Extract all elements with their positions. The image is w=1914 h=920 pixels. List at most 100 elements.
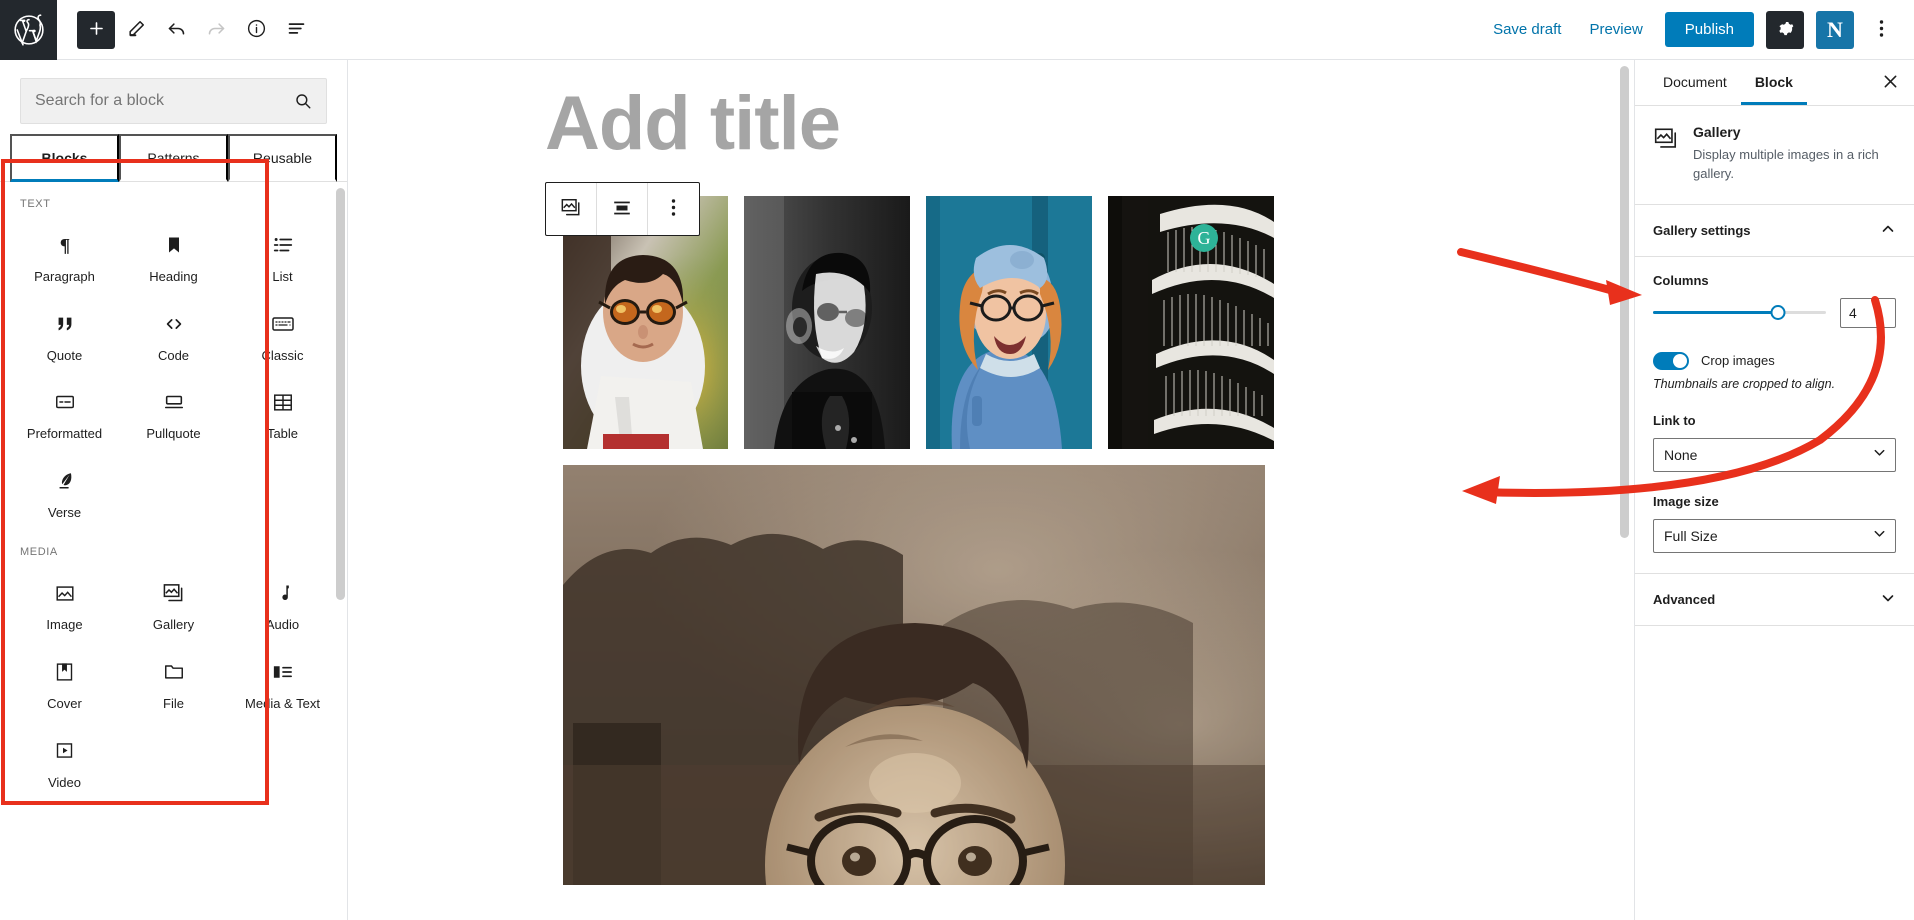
gallery-block-icon xyxy=(560,197,582,221)
search-box[interactable] xyxy=(20,78,327,124)
tab-reusable[interactable]: Reusable xyxy=(228,134,337,182)
pencil-icon xyxy=(127,19,146,41)
wordpress-logo-button[interactable] xyxy=(0,0,57,60)
slider-thumb[interactable] xyxy=(1770,305,1786,321)
link-to-value: None xyxy=(1664,446,1698,463)
toggle-knob xyxy=(1673,353,1687,368)
inserter-scrollbar[interactable] xyxy=(336,188,345,600)
gallery-block[interactable] xyxy=(563,196,1420,885)
block-item-code[interactable]: Code xyxy=(119,295,228,374)
change-alignment-button[interactable] xyxy=(597,183,648,235)
info-circle-icon xyxy=(246,18,267,42)
block-label: Heading xyxy=(149,269,198,284)
panel-title: Advanced xyxy=(1653,591,1716,607)
block-item-image[interactable]: Image xyxy=(10,564,119,643)
block-item-gallery[interactable]: Gallery xyxy=(119,564,228,643)
grammarly-letter: G xyxy=(1197,227,1211,248)
panel-title: Gallery settings xyxy=(1653,222,1751,238)
link-to-select-wrap: None xyxy=(1653,437,1896,472)
block-card-description: Display multiple images in a rich galler… xyxy=(1693,147,1879,181)
block-navigation-button[interactable] xyxy=(277,11,315,49)
gallery-settings-body: Columns Crop images Thumbnails are cropp… xyxy=(1635,257,1914,574)
align-icon xyxy=(611,198,633,221)
block-item-media-text[interactable]: Media & Text xyxy=(228,643,337,722)
block-label: Cover xyxy=(47,695,82,711)
columns-number-input[interactable] xyxy=(1840,297,1896,328)
tab-patterns[interactable]: Patterns xyxy=(119,134,228,182)
more-block-options-button[interactable] xyxy=(648,183,699,235)
nitro-n-icon: N xyxy=(1827,16,1843,42)
top-bar-left-tools xyxy=(57,10,315,49)
block-label: Quote xyxy=(46,347,83,363)
block-label: Pullquote xyxy=(146,426,201,442)
preformatted-icon xyxy=(54,387,76,417)
redo-button[interactable] xyxy=(197,11,235,49)
media-text-icon xyxy=(271,657,294,687)
tab-blocks[interactable]: Blocks xyxy=(10,134,119,182)
tab-block[interactable]: Block xyxy=(1740,61,1807,105)
gallery-icon xyxy=(162,578,185,608)
block-item-list[interactable]: List xyxy=(228,216,337,295)
kebab-menu-icon xyxy=(671,198,676,220)
plus-icon xyxy=(87,19,106,41)
block-list-scroll-area[interactable]: TEXT ¶ Paragraph Heading List Quote Code… xyxy=(0,182,347,920)
block-item-heading[interactable]: Heading xyxy=(119,216,228,295)
block-item-video[interactable]: Video xyxy=(10,722,119,801)
block-item-file[interactable]: File xyxy=(119,643,228,722)
table-icon xyxy=(272,387,294,417)
close-sidebar-button[interactable] xyxy=(1876,70,1904,98)
canvas-scrollbar[interactable] xyxy=(1620,66,1629,538)
block-item-table[interactable]: Table xyxy=(228,373,337,452)
content-info-button[interactable] xyxy=(237,11,275,49)
svg-text:¶: ¶ xyxy=(59,235,69,256)
publish-button[interactable]: Publish xyxy=(1664,12,1754,47)
preview-button[interactable]: Preview xyxy=(1577,13,1654,46)
edit-mode-button[interactable] xyxy=(117,11,155,49)
add-block-button[interactable] xyxy=(77,10,115,49)
nitropack-button[interactable]: N xyxy=(1816,10,1854,49)
post-title-placeholder[interactable]: Add title xyxy=(545,80,841,167)
block-item-audio[interactable]: Audio xyxy=(228,564,337,643)
gallery-image-2[interactable] xyxy=(744,196,910,449)
keyboard-icon xyxy=(271,309,295,339)
grammarly-badge-icon[interactable]: G xyxy=(1190,224,1218,252)
quill-pen-icon xyxy=(54,466,76,496)
chevron-up-icon xyxy=(1880,221,1896,240)
close-icon xyxy=(1883,73,1898,95)
block-item-quote[interactable]: Quote xyxy=(10,295,119,374)
image-size-select[interactable]: Full Size xyxy=(1653,518,1896,553)
top-bar-right-actions: Save draft Preview Publish N xyxy=(1481,10,1914,49)
crop-images-help-text: Thumbnails are cropped to align. xyxy=(1653,376,1836,391)
columns-control-row xyxy=(1653,297,1896,328)
advanced-panel-toggle[interactable]: Advanced xyxy=(1635,574,1914,626)
block-item-paragraph[interactable]: ¶ Paragraph xyxy=(10,216,119,295)
editor-canvas[interactable]: Add title G xyxy=(348,60,1634,920)
block-label: Media & Text xyxy=(245,695,320,711)
undo-button[interactable] xyxy=(157,11,195,49)
crop-images-toggle[interactable] xyxy=(1653,351,1689,370)
block-label: Video xyxy=(47,774,81,790)
gallery-featured-image[interactable] xyxy=(563,465,1265,885)
block-toolbar xyxy=(545,182,700,236)
settings-toggle-button[interactable] xyxy=(1766,10,1804,49)
gallery-image-3[interactable] xyxy=(926,196,1092,449)
gallery-icon xyxy=(1653,124,1679,184)
more-tools-options-button[interactable] xyxy=(1862,11,1900,49)
gallery-settings-panel-toggle[interactable]: Gallery settings xyxy=(1635,205,1914,257)
save-draft-button[interactable]: Save draft xyxy=(1481,13,1573,46)
block-item-preformatted[interactable]: Preformatted xyxy=(10,373,119,452)
category-label-media: MEDIA xyxy=(20,546,58,559)
content-structure-icon xyxy=(286,18,307,42)
link-to-select[interactable]: None xyxy=(1653,437,1896,472)
block-label: List xyxy=(272,269,293,284)
block-type-gallery-button[interactable] xyxy=(546,183,597,235)
block-item-verse[interactable]: Verse xyxy=(10,452,119,531)
columns-label: Columns xyxy=(1653,272,1709,288)
tab-document[interactable]: Document xyxy=(1649,61,1741,105)
search-input[interactable] xyxy=(21,92,294,110)
block-item-cover[interactable]: Cover xyxy=(10,643,119,722)
columns-slider[interactable] xyxy=(1653,304,1826,322)
block-item-pullquote[interactable]: Pullquote xyxy=(119,373,228,452)
block-card-title: Gallery xyxy=(1693,124,1741,140)
block-item-classic[interactable]: Classic xyxy=(228,295,337,374)
